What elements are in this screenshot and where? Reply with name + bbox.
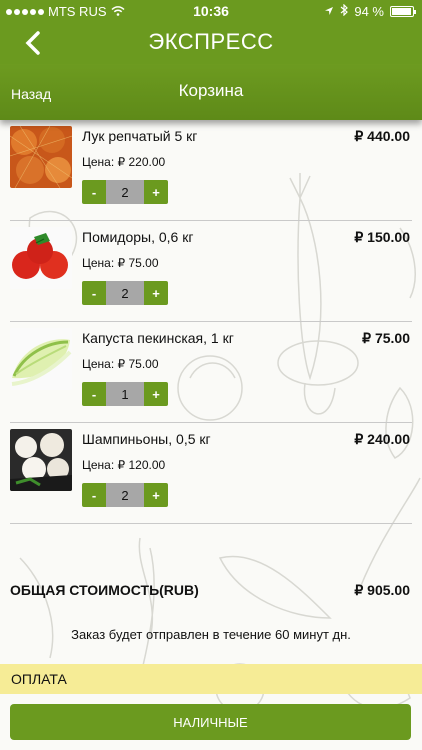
total-label: ОБЩАЯ СТОИМОСТЬ(RUB)	[10, 582, 199, 598]
payment-header-label: ОПЛАТА	[11, 671, 67, 687]
cart-header: Назад Корзина	[0, 64, 422, 120]
battery-percent: 94 %	[354, 4, 384, 19]
item-unit-price: Цена: ₽ 75.00	[82, 256, 159, 270]
item-name: Шампиньоны, 0,5 кг	[82, 431, 211, 447]
delivery-notice: Заказ будет отправлен в течение 60 минут…	[71, 627, 351, 642]
nav-bar: ЭКСПРЕСС	[0, 22, 422, 64]
increase-button[interactable]: +	[144, 483, 168, 507]
item-total: ₽ 75.00	[362, 330, 410, 346]
decrease-button[interactable]: -	[82, 483, 106, 507]
item-name: Лук репчатый 5 кг	[82, 128, 198, 144]
quantity-stepper: - 2 +	[82, 483, 168, 507]
increase-button[interactable]: +	[144, 281, 168, 305]
quantity-value: 1	[106, 382, 144, 406]
system-indicators: 94 %	[324, 3, 416, 19]
cabbage-image	[10, 328, 72, 390]
app-title: ЭКСПРЕСС	[148, 29, 274, 54]
item-name: Помидоры, 0,6 кг	[82, 229, 194, 245]
quantity-value: 2	[106, 281, 144, 305]
cart-item-cabbage: Капуста пекинская, 1 кг ₽ 75.00 Цена: ₽ …	[10, 322, 412, 423]
tomatoes-image	[10, 227, 72, 289]
item-name: Капуста пекинская, 1 кг	[82, 330, 234, 346]
onion-image	[10, 126, 72, 188]
cart-list: Лук репчатый 5 кг ₽ 440.00 Цена: ₽ 220.0…	[0, 120, 422, 524]
payment-section-header: ОПЛАТА	[0, 664, 422, 694]
decrease-button[interactable]: -	[82, 281, 106, 305]
quantity-value: 2	[106, 483, 144, 507]
decrease-button[interactable]: -	[82, 382, 106, 406]
quantity-value: 2	[106, 180, 144, 204]
item-total: ₽ 240.00	[354, 431, 410, 447]
battery-icon	[390, 6, 416, 17]
item-unit-price: Цена: ₽ 75.00	[82, 357, 159, 371]
item-unit-price: Цена: ₽ 120.00	[82, 458, 166, 472]
location-icon	[324, 4, 334, 19]
cash-payment-button[interactable]: НАЛИЧНЫЕ	[10, 704, 411, 740]
decrease-button[interactable]: -	[82, 180, 106, 204]
bluetooth-icon	[340, 3, 349, 19]
cart-item-mushrooms: Шампиньоны, 0,5 кг ₽ 240.00 Цена: ₽ 120.…	[10, 423, 412, 524]
mushrooms-image	[10, 429, 72, 491]
total-value: ₽ 905.00	[354, 582, 410, 598]
quantity-stepper: - 2 +	[82, 180, 168, 204]
cart-item-onion: Лук репчатый 5 кг ₽ 440.00 Цена: ₽ 220.0…	[10, 120, 412, 221]
quantity-stepper: - 1 +	[82, 382, 168, 406]
quantity-stepper: - 2 +	[82, 281, 168, 305]
item-unit-price: Цена: ₽ 220.00	[82, 155, 166, 169]
item-total: ₽ 150.00	[354, 229, 410, 245]
item-total: ₽ 440.00	[354, 128, 410, 144]
status-bar: MTS RUS 10:36 94 %	[0, 0, 422, 22]
order-total: ОБЩАЯ СТОИМОСТЬ(RUB) ₽ 905.00	[10, 580, 410, 600]
cart-item-tomatoes: Помидоры, 0,6 кг ₽ 150.00 Цена: ₽ 75.00 …	[10, 221, 412, 322]
increase-button[interactable]: +	[144, 180, 168, 204]
increase-button[interactable]: +	[144, 382, 168, 406]
page-title: Корзина	[178, 81, 244, 100]
